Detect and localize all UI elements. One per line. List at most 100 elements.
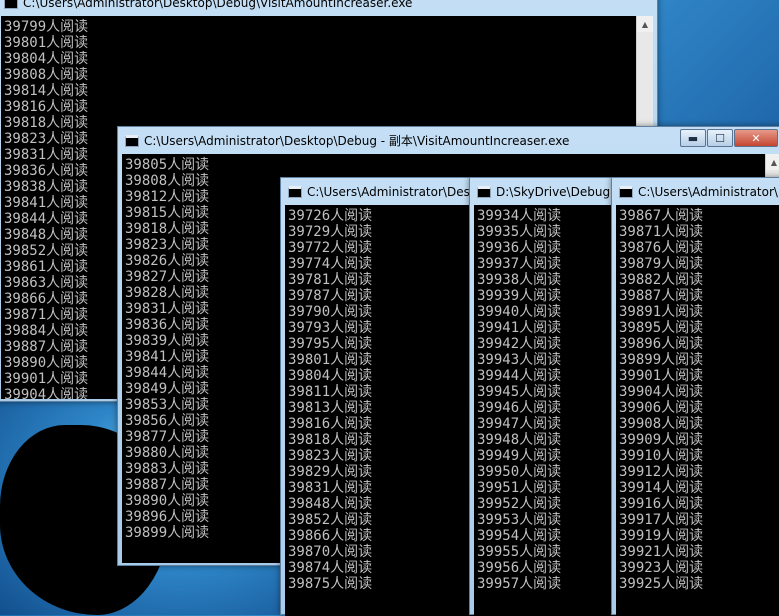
console-app-icon: [288, 185, 302, 198]
console-window-5[interactable]: C:\Users\Administrator\ 39867人阅读 39871人阅读…: [611, 177, 779, 616]
console-output-line: 39895人阅读: [619, 320, 704, 336]
console-output-line: 39816人阅读: [288, 416, 373, 432]
console-output-line: 39816人阅读: [4, 99, 89, 115]
console-output-line: 39874人阅读: [288, 560, 373, 576]
console-output-line: 39866人阅读: [288, 528, 373, 544]
console-output-line: 39801人阅读: [4, 35, 89, 51]
console-output-line: 39909人阅读: [619, 432, 704, 448]
console-output-line: 39799人阅读: [4, 19, 89, 35]
console-output-line: 39726人阅读: [288, 208, 373, 224]
window-5-title: C:\Users\Administrator\: [638, 184, 778, 199]
console-output-line: 39934人阅读: [477, 208, 562, 224]
console-app-icon: [4, 0, 18, 9]
console-output-line: 39801人阅读: [288, 352, 373, 368]
console-output-line: 39949人阅读: [477, 448, 562, 464]
console-output-line: 39952人阅读: [477, 496, 562, 512]
console-output-line: 39729人阅读: [288, 224, 373, 240]
console-output-line: 39772人阅读: [288, 240, 373, 256]
console-output-line: 39896人阅读: [619, 336, 704, 352]
console-output-line: 39947人阅读: [477, 416, 562, 432]
window-3-titlebar[interactable]: C:\Users\Administrator\Des: [281, 178, 479, 205]
console-output-line: 39774人阅读: [288, 256, 373, 272]
console-output-line: 39950人阅读: [477, 464, 562, 480]
console-window-4[interactable]: D:\SkyDrive\Debug 39934人阅读 39935人阅读 39936人…: [469, 177, 619, 616]
console-output-line: 39953人阅读: [477, 512, 562, 528]
console-output-line: 39954人阅读: [477, 528, 562, 544]
close-button[interactable]: ✕: [734, 129, 778, 147]
console-app-icon: [619, 185, 633, 198]
window-3-console[interactable]: 39726人阅读 39729人阅读 39772人阅读 39774人阅读 39781人阅读…: [285, 205, 477, 616]
console-output-line: 39923人阅读: [619, 560, 704, 576]
console-output-line: 39908人阅读: [619, 416, 704, 432]
console-output-line: 39790人阅读: [288, 304, 373, 320]
console-output-line: 39942人阅读: [477, 336, 562, 352]
console-output-line: 39867人阅读: [619, 208, 704, 224]
console-output-line: 39901人阅读: [619, 368, 704, 384]
console-output-line: 39829人阅读: [288, 464, 373, 480]
console-output-line: 39891人阅读: [619, 304, 704, 320]
console-output-line: 39912人阅读: [619, 464, 704, 480]
console-window-3[interactable]: C:\Users\Administrator\Des 39726人阅读 39729…: [280, 177, 480, 616]
console-output-line: 39852人阅读: [288, 512, 373, 528]
console-output-line: 39936人阅读: [477, 240, 562, 256]
maximize-button[interactable]: ☐: [707, 129, 733, 147]
scribble-redaction-2: [55, 440, 125, 480]
console-output-line: 39941人阅读: [477, 320, 562, 336]
console-output-line: 39914人阅读: [619, 480, 704, 496]
console-output-line: 39906人阅读: [619, 400, 704, 416]
console-output-line: 39823人阅读: [288, 448, 373, 464]
console-output-line: 39899人阅读: [619, 352, 704, 368]
console-output-line: 39876人阅读: [619, 240, 704, 256]
window-2-caption-buttons: ▬ ☐ ✕: [680, 129, 778, 147]
console-output-line: 39945人阅读: [477, 384, 562, 400]
console-output-line: 39955人阅读: [477, 544, 562, 560]
console-output-line: 39940人阅读: [477, 304, 562, 320]
console-output-line: 39871人阅读: [619, 224, 704, 240]
window-4-titlebar[interactable]: D:\SkyDrive\Debug: [470, 178, 618, 205]
console-output-line: 39781人阅读: [288, 272, 373, 288]
window-4-console[interactable]: 39934人阅读 39935人阅读 39936人阅读 39937人阅读 39938人阅读…: [474, 205, 616, 616]
console-output-line: 39848人阅读: [288, 496, 373, 512]
window-5-console[interactable]: 39867人阅读 39871人阅读 39876人阅读 39879人阅读 39882人阅读…: [616, 205, 779, 616]
console-output-line: 39943人阅读: [477, 352, 562, 368]
window-2-title: C:\Users\Administrator\Desktop\Debug - 副…: [144, 134, 570, 148]
window-1-title: C:\Users\Administrator\Desktop\Debug\Vis…: [23, 0, 413, 10]
console-output-line: 39787人阅读: [288, 288, 373, 304]
console-output-line: 39919人阅读: [619, 528, 704, 544]
console-output-line: 39813人阅读: [288, 400, 373, 416]
console-output-line: 39938人阅读: [477, 272, 562, 288]
window-3-title: C:\Users\Administrator\Des: [307, 184, 470, 199]
console-app-icon: [477, 185, 491, 198]
console-output-line: 39937人阅读: [477, 256, 562, 272]
window-5-titlebar[interactable]: C:\Users\Administrator\: [612, 178, 779, 205]
console-output-line: 39818人阅读: [288, 432, 373, 448]
console-output-line: 39925人阅读: [619, 576, 704, 592]
scroll-up-arrow-icon[interactable]: ▲: [766, 154, 779, 170]
console-output-line: 39804人阅读: [288, 368, 373, 384]
console-output-line: 39879人阅读: [619, 256, 704, 272]
console-output-line: 39870人阅读: [288, 544, 373, 560]
scroll-up-arrow-icon[interactable]: ▲: [637, 16, 653, 32]
console-output-line: 39957人阅读: [477, 576, 562, 592]
console-output-line: 39939人阅读: [477, 288, 562, 304]
console-output-line: 39910人阅读: [619, 448, 704, 464]
console-output-line: 39887人阅读: [619, 288, 704, 304]
console-output-line: 39882人阅读: [619, 272, 704, 288]
console-output-line: 39831人阅读: [288, 480, 373, 496]
console-output-line: 39951人阅读: [477, 480, 562, 496]
console-output-line: 39875人阅读: [288, 576, 373, 592]
console-output-line: 39814人阅读: [4, 83, 89, 99]
console-output-line: 39916人阅读: [619, 496, 704, 512]
console-output-line: 39904人阅读: [619, 384, 704, 400]
console-app-icon: [125, 134, 139, 147]
console-output-line: 39921人阅读: [619, 544, 704, 560]
console-output-line: 39808人阅读: [4, 67, 89, 83]
window-1-titlebar[interactable]: C:\Users\Administrator\Desktop\Debug\Vis…: [0, 0, 657, 16]
console-output-line: 39935人阅读: [477, 224, 562, 240]
console-output-line: 39956人阅读: [477, 560, 562, 576]
console-output-line: 39804人阅读: [4, 51, 89, 67]
console-output-line: 39948人阅读: [477, 432, 562, 448]
console-output-line: 39917人阅读: [619, 512, 704, 528]
console-output-line: 39811人阅读: [288, 384, 373, 400]
minimize-button[interactable]: ▬: [680, 129, 706, 147]
